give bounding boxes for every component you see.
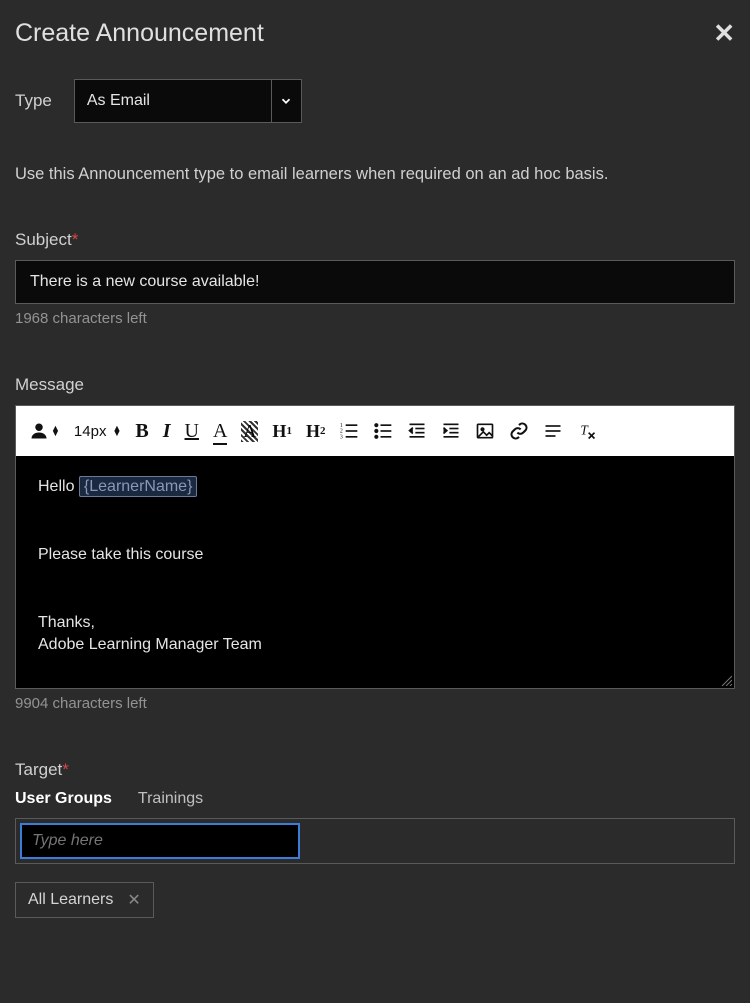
heading1-button[interactable]: H1 [272,421,292,442]
type-select-value: As Email [75,80,271,122]
target-search-input[interactable] [20,823,300,859]
unordered-list-button[interactable] [373,421,393,441]
learner-name-token[interactable]: {LearnerName} [79,476,198,497]
clear-format-button[interactable]: T [577,421,597,441]
message-hint: 9904 characters left [15,695,735,712]
editor-toolbar: ▲▼ 14px ▲▼ B I U A A H1 H2 123 [16,406,734,456]
type-description: Use this Announcement type to email lear… [15,165,735,184]
svg-text:3: 3 [340,435,343,441]
required-asterisk: * [72,230,79,249]
font-color-button[interactable]: A [213,420,227,443]
ordered-list-button[interactable]: 123 [339,421,359,441]
chip-label: All Learners [28,891,113,909]
image-button[interactable] [475,421,495,441]
underline-button[interactable]: U [185,420,199,443]
highlight-button[interactable]: A [241,421,258,442]
rich-text-editor: ▲▼ 14px ▲▼ B I U A A H1 H2 123 [15,405,735,689]
chip-remove-icon[interactable]: ✕ [127,890,140,910]
heading2-button[interactable]: H2 [306,421,326,442]
message-line1-prefix: Hello [38,478,79,495]
target-tabs: User Groups Trainings [15,790,735,808]
page-title: Create Announcement [15,19,264,48]
type-label: Type [15,91,52,111]
subject-input[interactable] [15,260,735,304]
message-label: Message [15,375,735,395]
required-asterisk: * [62,760,69,779]
person-icon[interactable]: ▲▼ [30,422,60,440]
target-input-container [15,818,735,864]
type-select[interactable]: As Email [74,79,302,123]
italic-button[interactable]: I [163,420,171,443]
align-button[interactable] [543,421,563,441]
tab-user-groups[interactable]: User Groups [15,790,112,808]
resize-handle-icon[interactable] [720,674,732,686]
svg-text:T: T [581,422,590,437]
font-size-select[interactable]: 14px ▲▼ [74,423,121,440]
message-line3: Thanks, [38,614,712,632]
message-line2: Please take this course [38,546,712,564]
link-button[interactable] [509,421,529,441]
editor-body[interactable]: Hello {LearnerName} Please take this cou… [16,456,734,688]
close-icon[interactable]: ✕ [713,18,735,49]
indent-button[interactable] [441,421,461,441]
chip-all-learners: All Learners ✕ [15,882,154,918]
message-line4: Adobe Learning Manager Team [38,636,712,654]
subject-hint: 1968 characters left [15,310,735,327]
subject-label: Subject* [15,230,735,250]
target-label: Target* [15,760,735,780]
tab-trainings[interactable]: Trainings [138,790,203,808]
chevron-down-icon [271,80,301,122]
outdent-button[interactable] [407,421,427,441]
bold-button[interactable]: B [135,420,148,443]
